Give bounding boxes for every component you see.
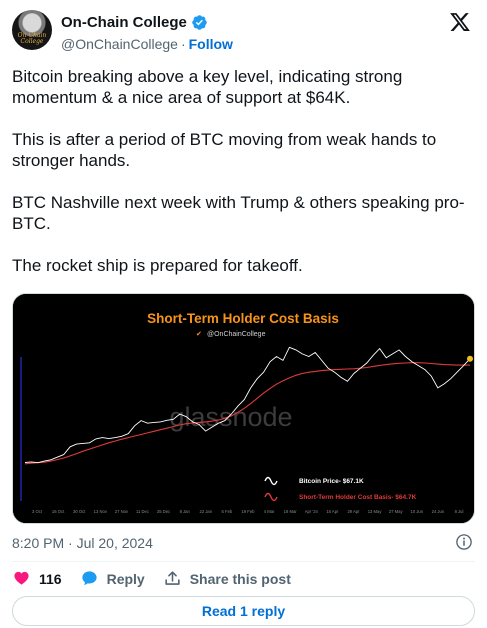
chart-svg: Short-Term Holder Cost Basis ✔ @OnChainC…: [13, 294, 474, 523]
x-tick-label: 29 Apr: [347, 509, 360, 514]
x-tick-label: 24 Jun: [432, 509, 445, 514]
x-tick-label: 13 Nov: [94, 509, 108, 514]
tweet-text: Bitcoin breaking above a key level, indi…: [12, 66, 472, 297]
legend-label-holder: Short-Term Holder Cost Basis- $64.7K: [299, 494, 417, 501]
action-bar: 116 Reply Share this post: [12, 569, 309, 588]
x-tick-label: 10 Jun: [411, 509, 424, 514]
x-tick-label: 30 Oct: [73, 509, 86, 514]
x-tick-label: 27 Nov: [115, 509, 129, 514]
info-icon[interactable]: [455, 533, 473, 551]
divider: [12, 561, 475, 562]
x-tick-label: 13 May: [368, 509, 383, 514]
tweet-card: On-Chain College On-Chain College @OnCha…: [0, 0, 487, 628]
last-price-marker: [467, 355, 473, 362]
handle-separator: ·: [180, 36, 186, 52]
reply-bubble-icon: [81, 571, 97, 586]
x-tick-label: 27 May: [389, 509, 404, 514]
reply-button[interactable]: Reply: [80, 569, 145, 588]
x-logo-icon[interactable]: [449, 11, 471, 33]
bird-icon: ✔: [196, 330, 202, 338]
chart-subtitle: @OnChainCollege: [207, 331, 266, 338]
chart-image[interactable]: Short-Term Holder Cost Basis ✔ @OnChainC…: [12, 293, 475, 524]
x-tick-label: Apr '24: [305, 509, 319, 514]
avatar[interactable]: On-Chain College: [12, 10, 52, 50]
tweet-paragraph: BTC Nashville next week with Trump & oth…: [12, 193, 465, 233]
author-display-name[interactable]: On-Chain College: [61, 13, 187, 32]
author-handle[interactable]: @OnChainCollege: [61, 36, 178, 52]
tweet-timestamp[interactable]: 8:20 PM · Jul 20, 2024: [12, 535, 153, 551]
x-tick-label: 18 Mar: [284, 509, 298, 514]
x-tick-label: 16 Oct: [52, 509, 65, 514]
share-icon: [165, 571, 180, 585]
heart-icon: [14, 571, 29, 585]
tweet-paragraph: Bitcoin breaking above a key level, indi…: [12, 67, 403, 107]
author-handle-row: @OnChainCollege · Follow: [61, 36, 233, 53]
x-tick-label: 22 Jan: [200, 509, 213, 514]
avatar-caption: On-Chain College: [17, 32, 47, 45]
x-tick-label: 8 Jan: [180, 509, 191, 514]
x-tick-label: 4 Mar: [264, 509, 275, 514]
verified-badge-icon: [192, 15, 207, 30]
author-name-row: On-Chain College: [61, 13, 208, 32]
reply-label: Reply: [106, 570, 145, 587]
chart-title: Short-Term Holder Cost Basis: [147, 311, 339, 326]
tweet-paragraph: The rocket ship is prepared for takeoff.: [12, 256, 303, 275]
x-tick-label: 11 Dec: [136, 509, 149, 514]
x-tick-labels: 3 Oct 16 Oct 30 Oct 13 Nov 27 Nov 11 Dec 25 De…: [32, 509, 463, 514]
x-tick-label: 25 Dec: [157, 509, 170, 514]
tweet-paragraph: This is after a period of BTC moving fro…: [12, 130, 437, 170]
follow-link[interactable]: Follow: [189, 36, 233, 52]
share-label: Share this post: [189, 570, 291, 587]
read-replies-button[interactable]: Read 1 reply: [12, 596, 475, 626]
x-tick-label: 3 Oct: [32, 509, 43, 514]
chart-watermark: glassnode: [169, 402, 292, 432]
x-tick-label: 5 Feb: [222, 509, 233, 514]
share-button[interactable]: Share this post: [163, 569, 291, 588]
legend-label-price: Bitcoin Price- $67.1K: [299, 478, 364, 485]
x-tick-label: 19 Feb: [241, 509, 255, 514]
like-count: 116: [39, 570, 62, 587]
x-tick-label: 15 Apr: [326, 509, 339, 514]
like-button[interactable]: 116: [12, 569, 62, 588]
x-tick-label: 8 Jul: [455, 509, 464, 514]
